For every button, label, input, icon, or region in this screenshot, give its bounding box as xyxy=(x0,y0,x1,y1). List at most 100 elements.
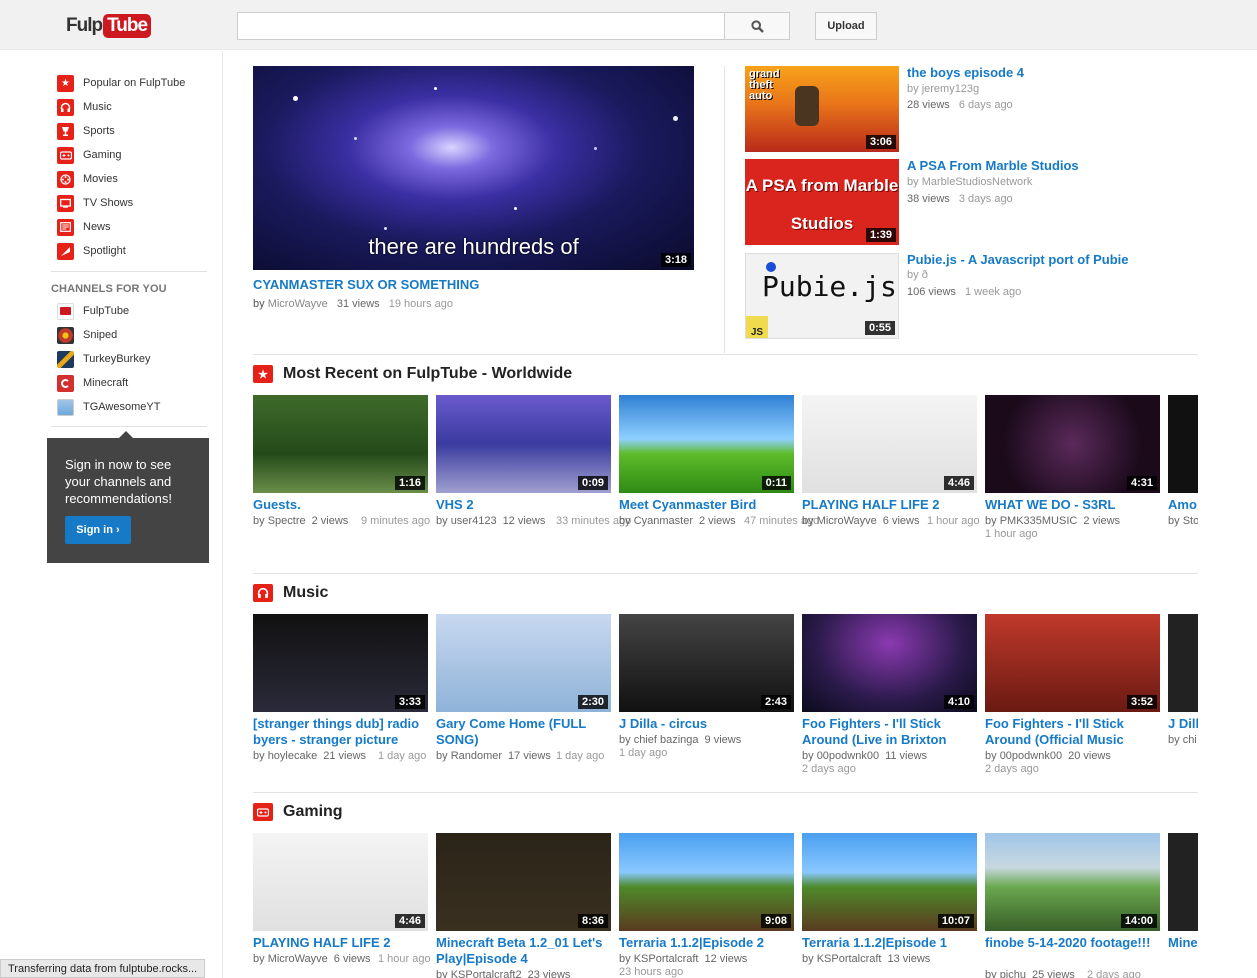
video-duration: 0:11 xyxy=(761,476,791,490)
channel-item-tgawesomeyt[interactable]: TGAwesomeYT xyxy=(57,398,160,416)
video-meta: by Cyanmaster 2 views xyxy=(619,515,736,527)
video-author[interactable]: KSPortalcraft xyxy=(634,953,699,965)
channels-heading: CHANNELS FOR YOU xyxy=(51,283,167,295)
video-author[interactable]: Sto xyxy=(1183,515,1198,527)
fulptube-channel-icon xyxy=(57,302,74,320)
video-views: 12 views xyxy=(704,953,748,965)
video-title[interactable]: [stranger things dub] radio byers - stra… xyxy=(253,716,428,748)
video-card: 4:46 PLAYING HALF LIFE 2 by MicroWayve 6 vi… xyxy=(253,833,431,978)
guide-item-sports[interactable]: Sports xyxy=(57,122,115,140)
fulptube-logo[interactable]: Fulp Tube xyxy=(66,12,152,40)
video-title[interactable]: Amo xyxy=(1168,497,1198,513)
video-author[interactable]: 00podwnk00 xyxy=(817,750,879,762)
video-thumbnail[interactable]: 4:46 xyxy=(802,395,977,493)
video-thumbnail[interactable]: 0:09 xyxy=(436,395,611,493)
video-thumbnail[interactable]: 14:00 xyxy=(985,833,1160,931)
guide-item-music[interactable]: Music xyxy=(57,98,112,116)
video-author[interactable]: MicroWayve xyxy=(268,953,328,965)
video-thumbnail[interactable]: 4:46 xyxy=(253,833,428,931)
video-author[interactable]: chi xyxy=(1183,734,1197,746)
video-age: 1 day ago xyxy=(619,747,668,759)
guide-item-label: Spotlight xyxy=(83,245,126,257)
video-title[interactable]: Gary Come Home (FULL SONG) xyxy=(436,716,611,748)
video-card: 4:31 WHAT WE DO - S3RL by PMK335MUSIC 2 vie… xyxy=(985,395,1160,585)
channel-item-minecraft[interactable]: Minecraft xyxy=(57,374,128,392)
video-thumbnail[interactable] xyxy=(1168,395,1198,493)
signin-promo-text: Sign in now to see your channels and rec… xyxy=(65,457,172,506)
channel-item-sniped[interactable]: Sniped xyxy=(57,326,117,344)
guide-sidebar: ★ Popular on FulpTube Music Sports Gamin… xyxy=(0,51,223,978)
guide-item-tv-shows[interactable]: TV Shows xyxy=(57,194,133,212)
video-title[interactable]: Minecraft Beta 1.2_01 Let's Play|Episode… xyxy=(436,935,611,967)
video-title[interactable]: PLAYING HALF LIFE 2 xyxy=(802,497,977,513)
video-author[interactable]: pichu xyxy=(1000,969,1026,978)
video-author[interactable]: PMK335MUSIC xyxy=(1000,515,1078,527)
video-title[interactable]: J Dill xyxy=(1168,716,1198,732)
guide-item-popular[interactable]: ★ Popular on FulpTube xyxy=(57,74,185,92)
channel-item-fulptube[interactable]: FulpTube xyxy=(57,302,129,320)
video-meta: by hoylecake 21 views xyxy=(253,750,367,762)
video-thumbnail[interactable]: 2:30 xyxy=(436,614,611,712)
video-author[interactable]: KSPortalcraft xyxy=(817,953,882,965)
guide-item-news[interactable]: News xyxy=(57,218,111,236)
video-age: 23 hours ago xyxy=(619,966,684,978)
video-age: 2 days ago xyxy=(802,763,856,775)
turkeyburkey-channel-icon xyxy=(57,350,74,368)
video-card: 4:46 PLAYING HALF LIFE 2 by MicroWayve 6 vi… xyxy=(802,395,980,585)
video-title[interactable]: Guests. xyxy=(253,497,428,513)
signin-promo: Sign in now to see your channels and rec… xyxy=(47,431,209,563)
video-thumbnail[interactable] xyxy=(1168,833,1198,931)
video-thumbnail[interactable]: 4:31 xyxy=(985,395,1160,493)
video-author[interactable]: KSPortalcraft2 xyxy=(451,969,522,978)
video-title[interactable]: Mine Play| xyxy=(1168,935,1198,951)
film-reel-icon xyxy=(57,170,74,188)
guide-item-gaming[interactable]: Gaming xyxy=(57,146,122,164)
video-thumbnail[interactable]: 3:52 xyxy=(985,614,1160,712)
video-views: 20 views xyxy=(1068,750,1111,762)
video-meta: by MicroWayve 6 views xyxy=(802,515,920,527)
video-title[interactable]: VHS 2 xyxy=(436,497,611,513)
video-thumbnail[interactable]: 0:11 xyxy=(619,395,794,493)
video-author[interactable]: Cyanmaster xyxy=(634,515,693,527)
video-duration: 8:36 xyxy=(577,914,608,928)
video-title[interactable]: Terraria 1.1.2|Episode 2 xyxy=(619,935,794,951)
channel-item-turkeyburkey[interactable]: TurkeyBurkey xyxy=(57,350,150,368)
sniped-channel-icon xyxy=(57,326,74,344)
video-author[interactable]: user4123 xyxy=(451,515,497,527)
video-title[interactable]: WHAT WE DO - S3RL xyxy=(985,497,1160,513)
video-author[interactable]: hoylecake xyxy=(268,750,318,762)
video-thumbnail[interactable]: 3:33 xyxy=(253,614,428,712)
video-author[interactable]: Spectre xyxy=(268,515,306,527)
guide-item-spotlight[interactable]: Spotlight xyxy=(57,242,126,260)
video-duration: 2:43 xyxy=(760,695,791,709)
video-meta: by KSPortalcraft 12 views xyxy=(619,953,748,965)
video-duration: 1:16 xyxy=(394,476,425,490)
video-age: 2 days ago xyxy=(985,763,1039,775)
video-thumbnail[interactable]: 8:36 xyxy=(436,833,611,931)
guide-item-movies[interactable]: Movies xyxy=(57,170,118,188)
video-author[interactable]: chief bazinga xyxy=(634,734,699,746)
video-thumbnail[interactable]: 2:43 xyxy=(619,614,794,712)
guide-item-label: Music xyxy=(83,101,112,113)
video-views: 13 views xyxy=(887,953,931,965)
video-views: 2 views xyxy=(311,515,349,527)
video-thumbnail[interactable]: 4:10 xyxy=(802,614,977,712)
video-duration: 4:31 xyxy=(1126,476,1157,490)
video-title[interactable]: Foo Fighters - I'll Stick Around (Offici… xyxy=(985,716,1160,748)
sign-in-button[interactable]: Sign in › xyxy=(65,516,131,544)
video-title[interactable]: PLAYING HALF LIFE 2 xyxy=(253,935,428,951)
video-author[interactable]: 00podwnk00 xyxy=(1000,750,1062,762)
video-title[interactable]: J Dilla - circus xyxy=(619,716,794,732)
video-views: 6 views xyxy=(882,515,920,527)
video-title[interactable]: Meet Cyanmaster Bird xyxy=(619,497,794,513)
video-thumbnail[interactable]: 10:07 xyxy=(802,833,977,931)
video-title[interactable]: Foo Fighters - I'll Stick Around (Live i… xyxy=(802,716,977,748)
video-author[interactable]: MicroWayve xyxy=(817,515,877,527)
video-title[interactable]: finobe 5-14-2020 footage!!! xyxy=(985,935,1160,951)
video-thumbnail[interactable]: 9:08 xyxy=(619,833,794,931)
video-card: Amoby Sto3 hour xyxy=(1168,395,1198,585)
video-title[interactable]: Terraria 1.1.2|Episode 1 xyxy=(802,935,977,951)
video-thumbnail[interactable] xyxy=(1168,614,1198,712)
video-author[interactable]: Randomer xyxy=(451,750,502,762)
video-thumbnail[interactable]: 1:16 xyxy=(253,395,428,493)
